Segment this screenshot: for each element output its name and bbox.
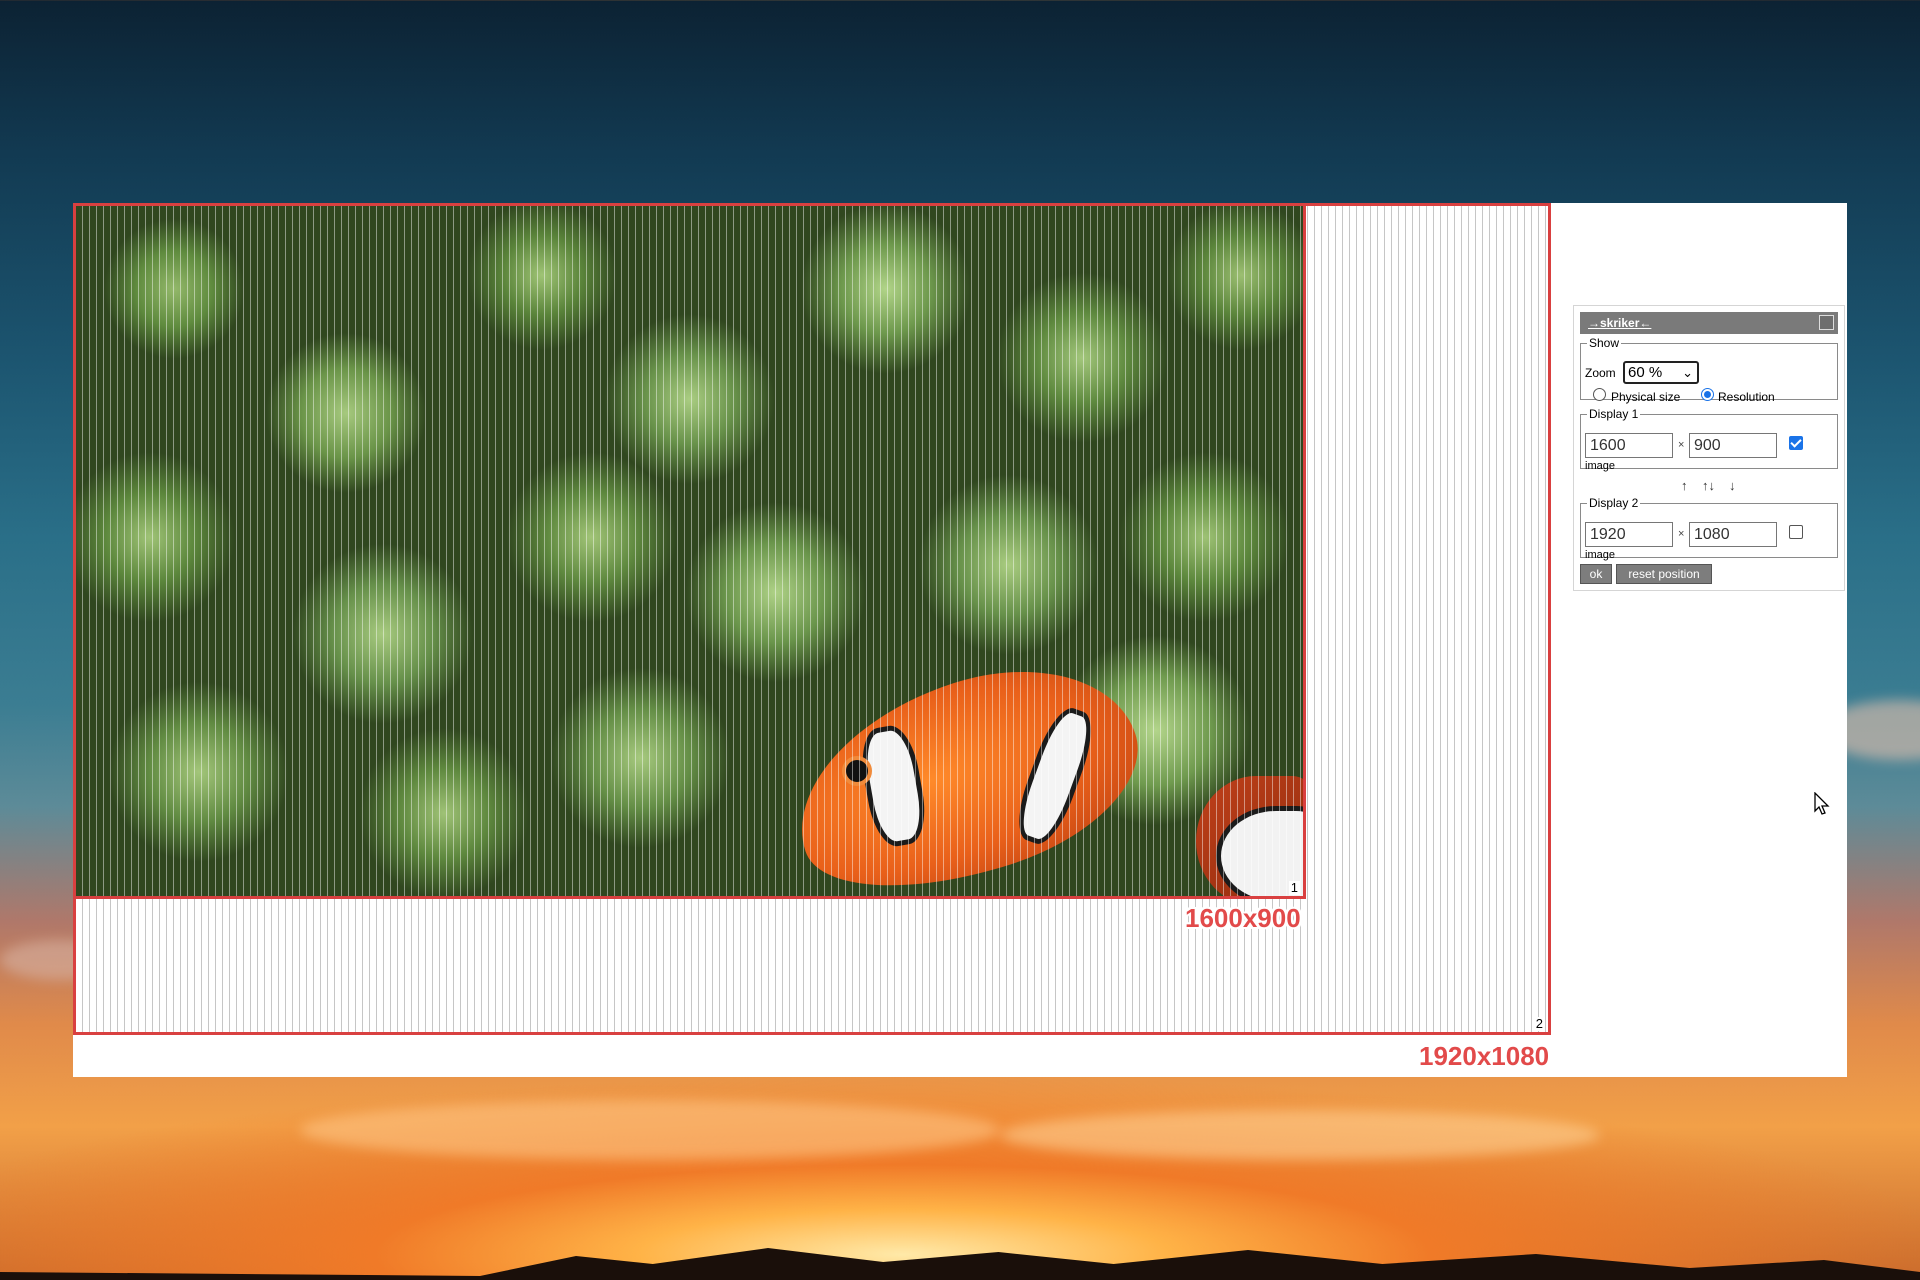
zoom-select[interactable]: 60 % ⌄ [1623, 361, 1699, 384]
ok-button[interactable]: ok [1580, 564, 1612, 584]
panel-titlebar[interactable]: →skriker← [1580, 312, 1838, 334]
show-legend: Show [1589, 336, 1620, 350]
times-sign: × [1678, 439, 1685, 451]
physical-size-label: Physical size [1611, 390, 1681, 404]
display-1-height-input[interactable]: 900 [1689, 433, 1777, 458]
display-2-resolution-label: 1920x1080 [1419, 1041, 1550, 1071]
display-1-number: 1 [1288, 880, 1300, 895]
mountain-silhouette [0, 1248, 1920, 1280]
display-1-resolution-label: 1600x900 [1185, 903, 1301, 933]
swap-arrow-icon[interactable]: ↑↓ [1702, 478, 1715, 493]
display-1-sub-label: image [1585, 460, 1615, 472]
skriker-control-panel: →skriker← Show Zoom 60 % ⌄ Physical size… [1573, 305, 1845, 591]
display-2-group: Display 2 1920 × 1080 image [1580, 496, 1838, 561]
display-1-checkbox[interactable] [1789, 436, 1803, 450]
physical-size-radio[interactable] [1593, 388, 1606, 401]
display-2-height-input[interactable]: 1080 [1689, 522, 1777, 547]
display-2-sub-label: image [1585, 549, 1615, 561]
display-2-width-input[interactable]: 1920 [1585, 522, 1673, 547]
resolution-radio[interactable] [1701, 388, 1714, 401]
reset-position-button[interactable]: reset position [1616, 564, 1712, 584]
show-group: Show Zoom 60 % ⌄ Physical size Resolutio… [1580, 336, 1838, 404]
mouse-cursor-icon [1814, 792, 1830, 815]
chevron-down-icon: ⌄ [1682, 365, 1693, 380]
sky-cloud [300, 1100, 1000, 1160]
display-1-legend: Display 1 [1589, 407, 1639, 421]
sky-cloud [1000, 1110, 1600, 1160]
zoom-label: Zoom [1585, 366, 1616, 380]
panel-toggle-box[interactable] [1819, 315, 1834, 330]
display-2-legend: Display 2 [1589, 496, 1639, 510]
times-sign: × [1678, 528, 1685, 540]
move-up-arrow-icon[interactable]: ↑ [1681, 478, 1688, 493]
display-arrangement-page: 2 1 1600x900 1920x1080 →skriker← Show Zo… [73, 203, 1847, 1077]
display-1-frame[interactable]: 1 [73, 203, 1306, 899]
zoom-value: 60 % [1628, 364, 1663, 381]
display-2-checkbox[interactable] [1789, 525, 1803, 539]
panel-title: →skriker← [1588, 316, 1652, 330]
display-1-width-input[interactable]: 1600 [1585, 433, 1673, 458]
display-2-number: 2 [1533, 1016, 1545, 1031]
display-1-group: Display 1 1600 × 900 image [1580, 407, 1838, 472]
move-down-arrow-icon[interactable]: ↓ [1729, 478, 1736, 493]
resolution-label: Resolution [1718, 390, 1775, 404]
stripe-overlay [76, 206, 1303, 896]
